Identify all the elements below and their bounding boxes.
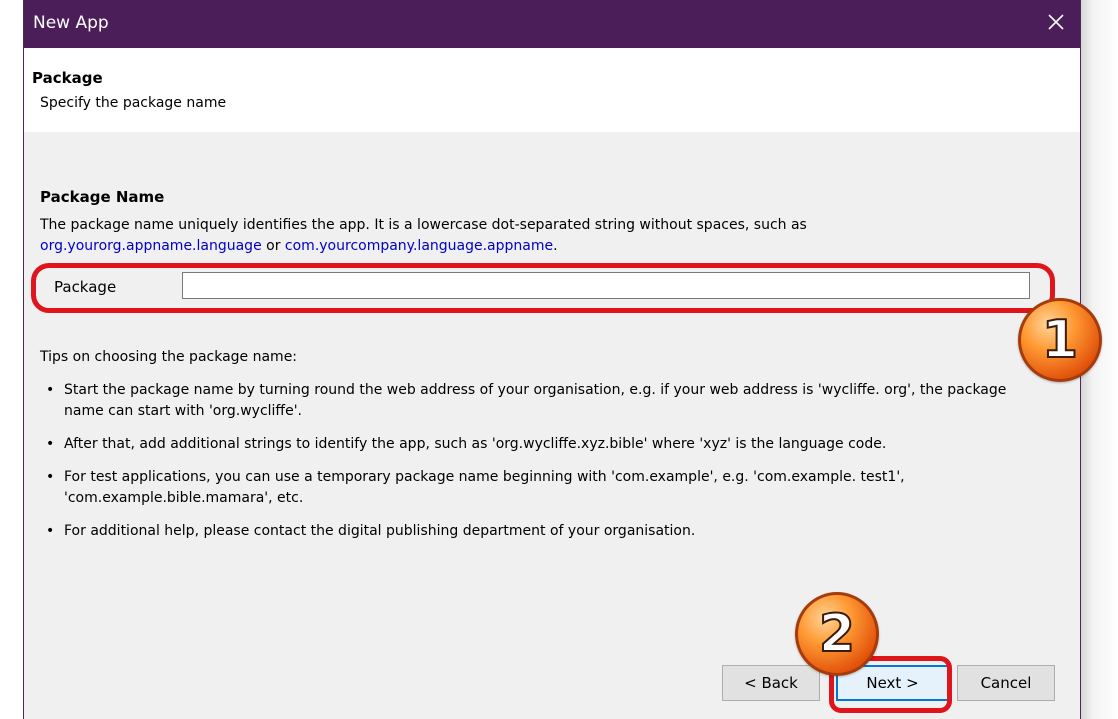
list-item: • After that, add additional strings to i… [40,434,1050,455]
example-link-com[interactable]: com.yourcompany.language.appname [285,238,553,254]
tips-title: Tips on choosing the package name: [40,349,298,365]
next-button[interactable]: Next > [836,665,949,701]
list-item: • Start the package name by turning round… [40,380,1050,422]
list-item: • For additional help, please contact the… [40,521,1050,542]
window-title: New App [33,13,109,33]
bullet-icon: • [46,469,55,485]
cancel-button[interactable]: Cancel [957,665,1055,701]
example-link-org[interactable]: org.yourorg.appname.language [40,238,262,254]
page-title: Package [32,69,103,87]
close-button[interactable] [1032,0,1080,48]
package-label: Package [54,278,117,296]
section-title: Package Name [40,188,165,206]
tip-text: After that, add additional strings to id… [64,436,887,452]
close-icon [1047,13,1065,35]
package-row: Package [54,272,1044,306]
bullet-icon: • [46,436,55,452]
or-text: or [266,238,281,254]
description-text: The package name uniquely identifies the… [40,217,807,233]
back-button[interactable]: < Back [722,665,820,701]
header-panel: Package Specify the package name [24,48,1080,132]
page-subtitle: Specify the package name [40,95,227,111]
tip-text: Start the package name by turning round … [64,382,1007,419]
title-bar: New App [24,0,1080,48]
content-area: Package Name The package name uniquely i… [24,132,1080,719]
tip-text: For additional help, please contact the … [64,523,696,539]
period-text: . [553,238,558,254]
page: New App Package Specify the package name… [0,0,1118,719]
list-item: • For test applications, you can use a te… [40,467,1050,509]
bullet-icon: • [46,523,55,539]
window-shadow [1081,0,1118,719]
bullet-icon: • [46,382,55,398]
package-description: The package name uniquely identifies the… [40,215,1040,257]
tip-text: For test applications, you can use a tem… [64,469,905,506]
package-input[interactable] [182,272,1030,299]
tips-list: • Start the package name by turning round… [40,380,1050,554]
new-app-dialog: New App Package Specify the package name… [23,0,1081,719]
